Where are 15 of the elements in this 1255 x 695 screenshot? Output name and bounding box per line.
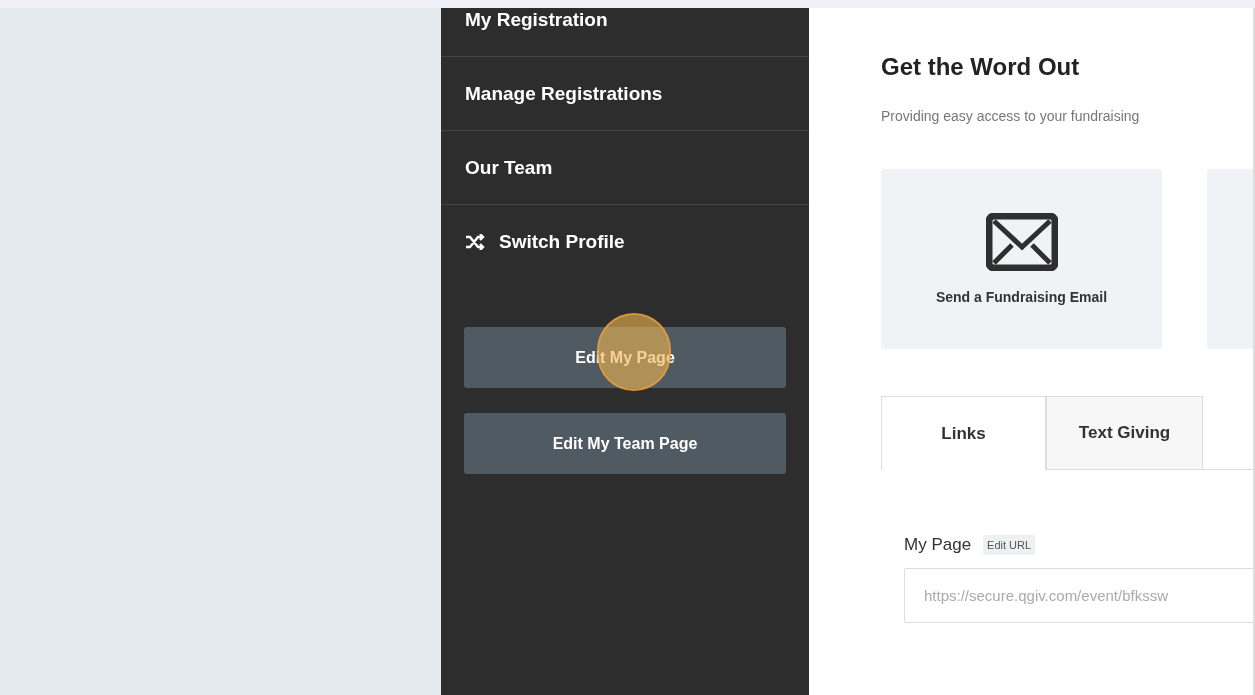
field-label: My Page	[904, 534, 972, 556]
envelope-icon	[985, 213, 1058, 271]
email-card[interactable]: Send a Fundraising Email	[881, 169, 1162, 349]
tab[interactable]: Links	[881, 396, 1046, 470]
card-label: Send a Fundraising Email	[935, 288, 1108, 307]
edit-url-link[interactable]: Edit URL	[983, 534, 1036, 555]
tab[interactable]: Text Giving	[1046, 396, 1203, 470]
section-title: Get the Word Out	[881, 52, 1081, 82]
shuffle-icon	[465, 234, 485, 250]
edit-page-button[interactable]: Edit My Team Page	[464, 413, 786, 474]
sidebar-link[interactable]: Switch Profile	[499, 230, 625, 254]
sidebar-link[interactable]: My Registration	[465, 8, 608, 32]
sidebar-link[interactable]: Manage Registrations	[465, 81, 663, 106]
section-description: Providing easy access to your fundraising	[881, 107, 1141, 126]
sidebar-link[interactable]: Our Team	[465, 155, 553, 180]
